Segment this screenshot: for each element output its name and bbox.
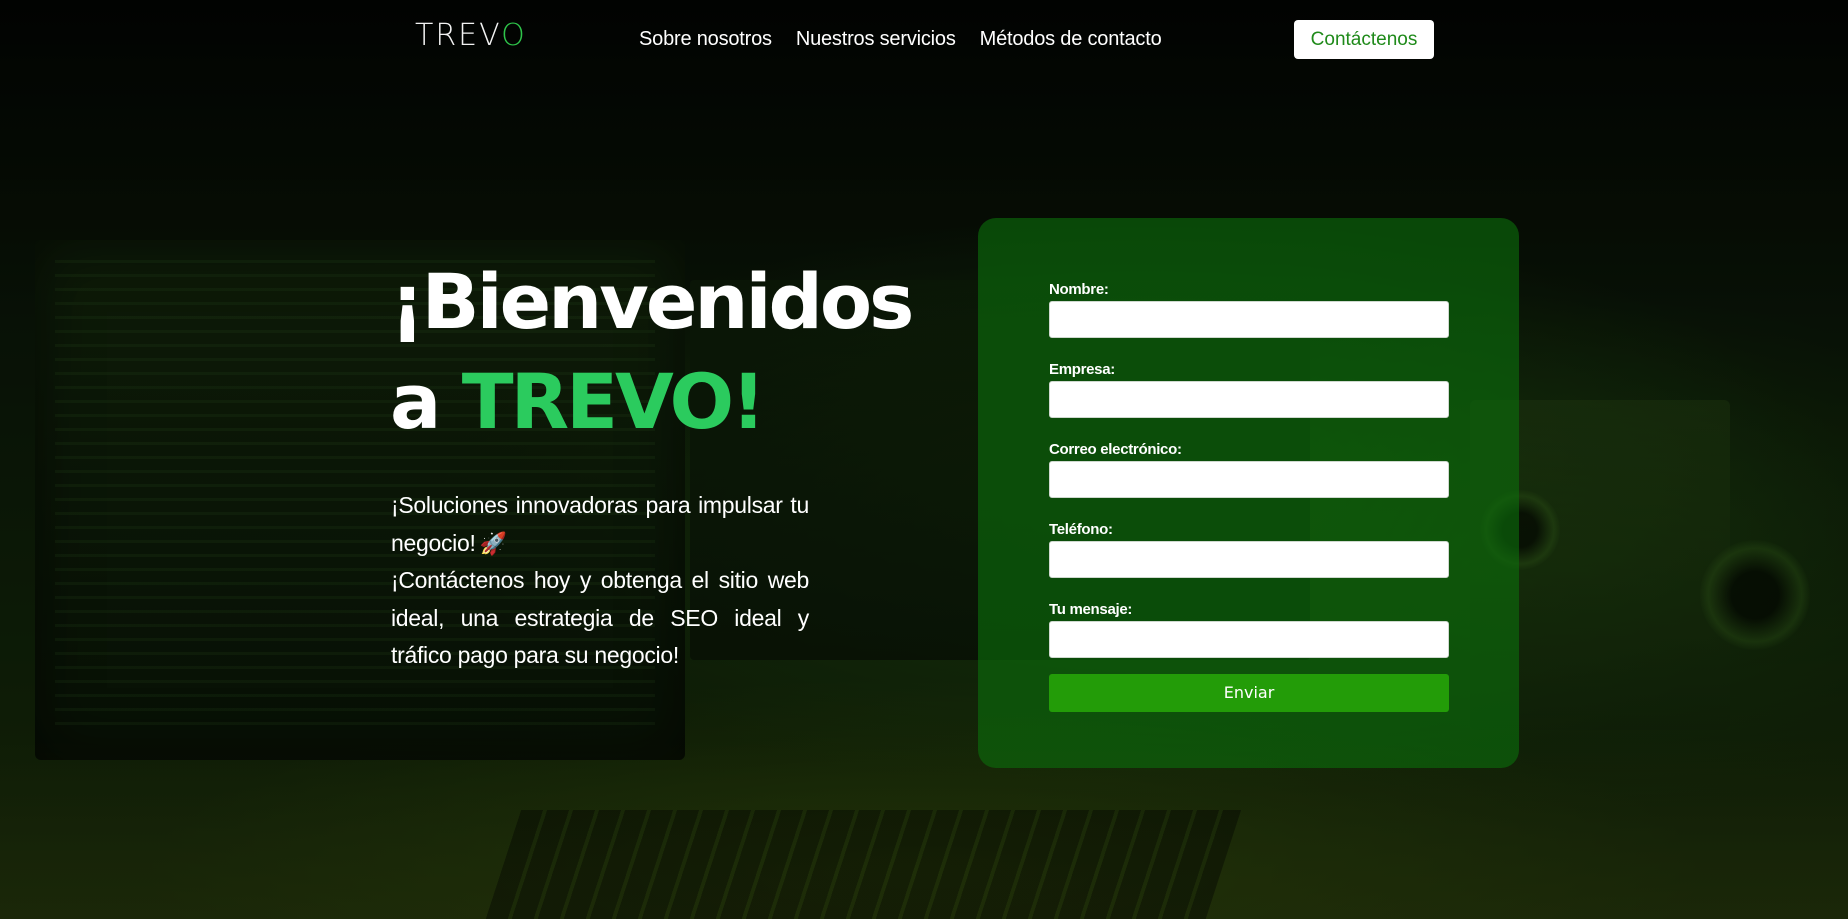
hero-description: ¡Soluciones innovadoras para impulsar tu… [391, 487, 809, 675]
nombre-label: Nombre: [1049, 281, 1109, 298]
mensaje-input[interactable] [1049, 621, 1449, 658]
telefono-label: Teléfono: [1049, 521, 1113, 538]
hero-title-prefix: a [390, 357, 462, 446]
rocket-icon: 🚀 [479, 530, 507, 556]
hero-background-image [0, 0, 1848, 919]
nav-link-metodos-de-contacto[interactable]: Métodos de contacto [980, 25, 1162, 53]
enviar-button[interactable]: Enviar [1049, 674, 1449, 712]
trevo-logo[interactable]: TREVO [415, 18, 527, 54]
main-nav: Sobre nosotros Nuestros servicios Método… [639, 25, 1162, 53]
hero-text-line1: ¡Soluciones innovadoras para impulsar tu… [391, 492, 809, 556]
telefono-input[interactable] [1049, 541, 1449, 578]
nav-link-sobre-nosotros[interactable]: Sobre nosotros [639, 25, 772, 53]
hero-title-line1: ¡Bienvenidos [390, 257, 914, 346]
empresa-input[interactable] [1049, 381, 1449, 418]
contactenos-button[interactable]: Contáctenos [1294, 20, 1434, 59]
correo-input[interactable] [1049, 461, 1449, 498]
hero-title: ¡Bienvenidos a TREVO! [390, 252, 914, 452]
empresa-label: Empresa: [1049, 361, 1115, 378]
hero-title-brand: TREVO! [461, 357, 766, 446]
nav-link-nuestros-servicios[interactable]: Nuestros servicios [796, 25, 956, 53]
nombre-input[interactable] [1049, 301, 1449, 338]
hero-text-line2: ¡Contáctenos hoy y obtenga el sitio web … [391, 567, 809, 668]
correo-label: Correo electrónico: [1049, 441, 1182, 458]
site-header: TREVO Sobre nosotros Nuestros servicios … [0, 0, 1848, 78]
contact-form: Nombre: Empresa: Correo electrónico: Tel… [978, 218, 1519, 768]
mensaje-label: Tu mensaje: [1049, 601, 1133, 618]
